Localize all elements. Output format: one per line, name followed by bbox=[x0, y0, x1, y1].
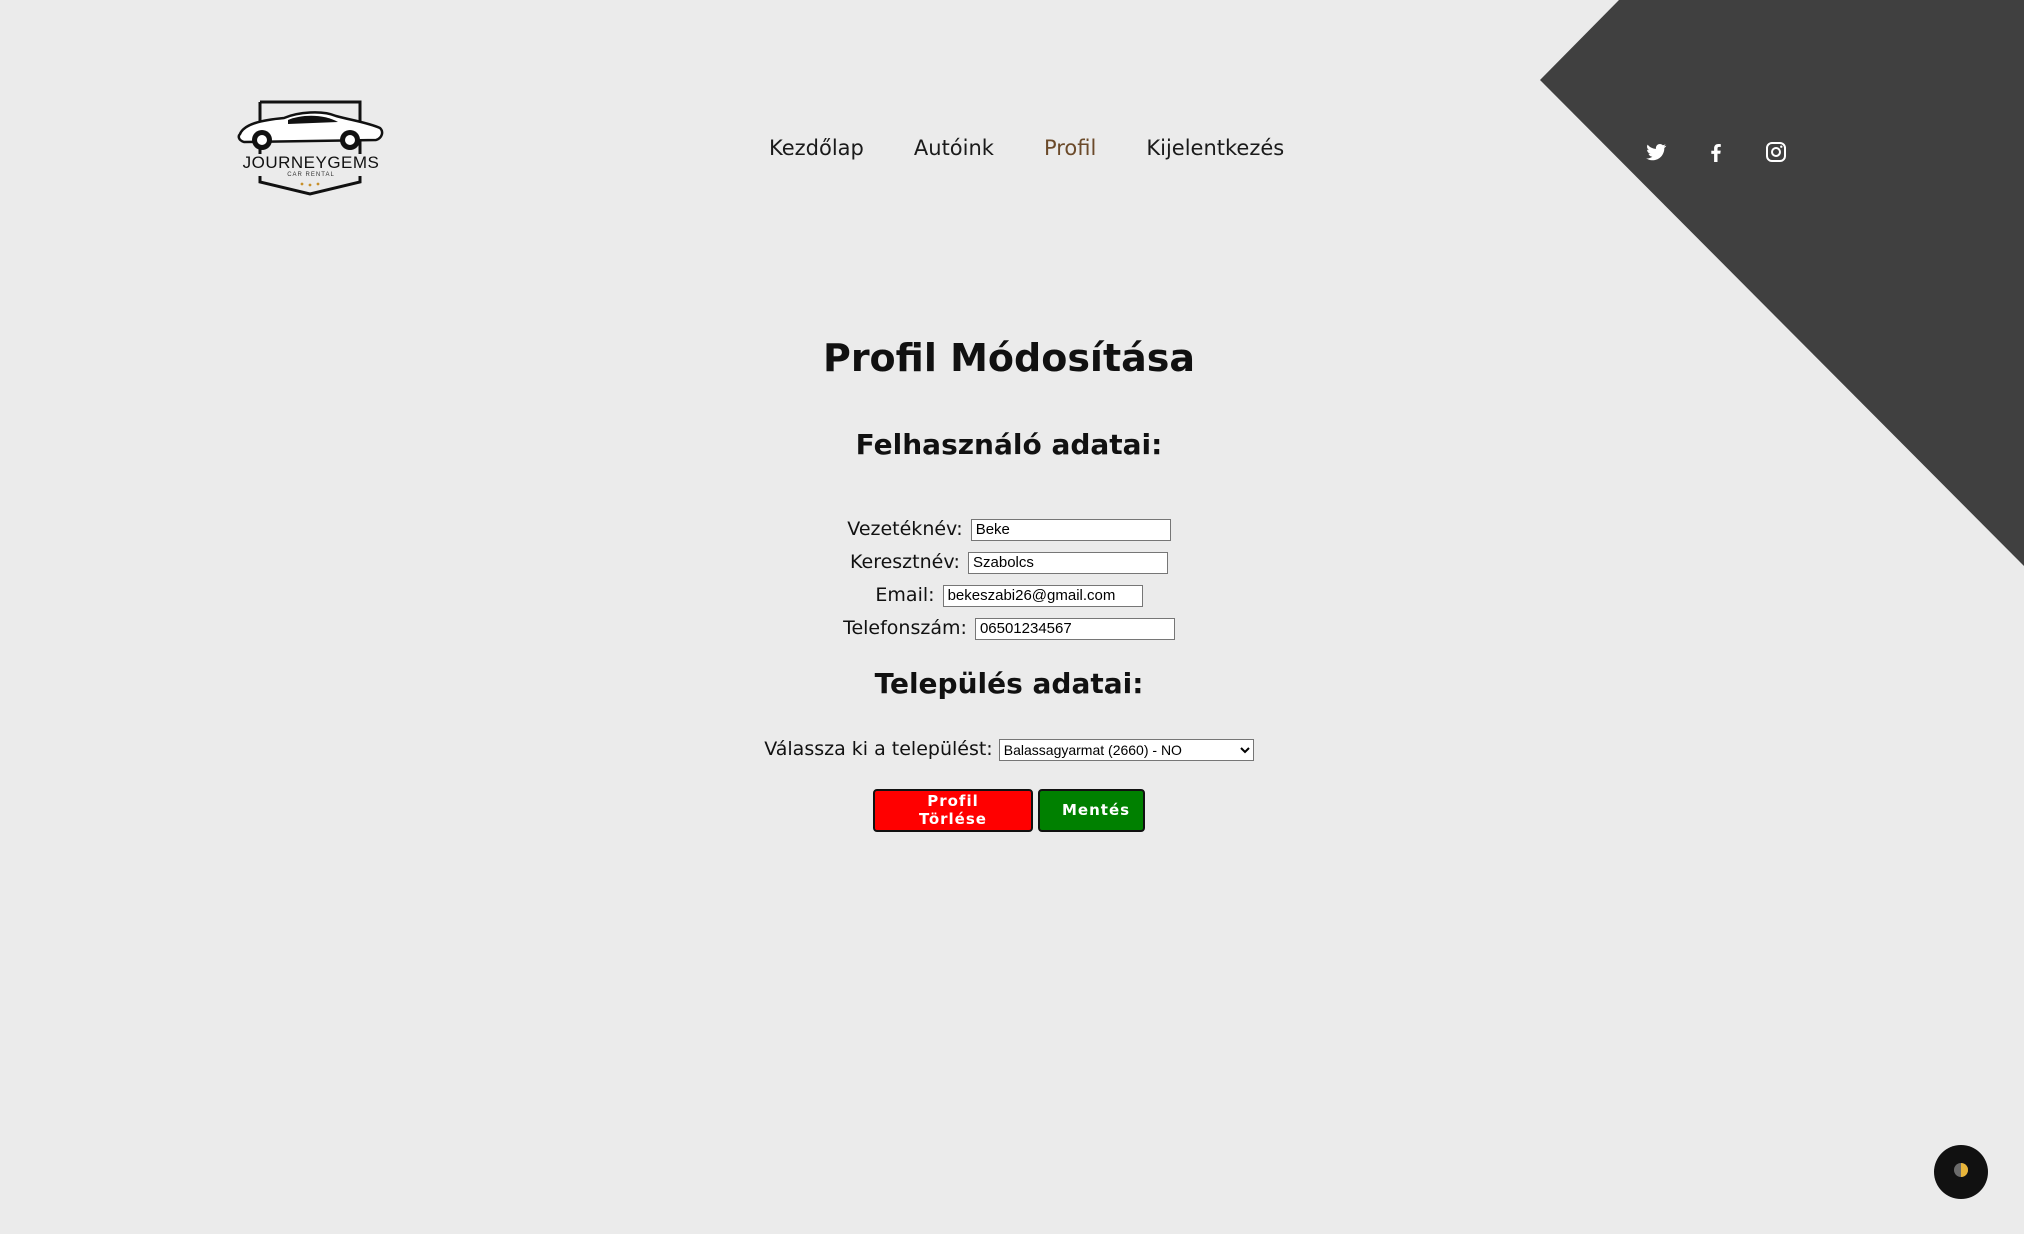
phone-input[interactable] bbox=[974, 617, 1175, 640]
last-name-row: Vezetéknév: bbox=[0, 513, 2018, 546]
theme-toggle-button[interactable] bbox=[1934, 1145, 1988, 1199]
first-name-input[interactable] bbox=[968, 551, 1168, 574]
email-label: Email: bbox=[875, 584, 935, 606]
nav-item-logout[interactable]: Kijelentkezés bbox=[1146, 136, 1284, 160]
city-row: Válassza ki a települést: Balassagyarmat… bbox=[0, 738, 2018, 761]
city-select[interactable]: Balassagyarmat (2660) - NO bbox=[998, 738, 1254, 761]
nav-item-cars[interactable]: Autóink bbox=[914, 136, 994, 160]
profile-edit-form: Profil Módosítása Felhasználó adatai: Ve… bbox=[0, 330, 2018, 832]
delete-profile-button[interactable]: Profil Törlése bbox=[873, 788, 1033, 832]
last-name-input[interactable] bbox=[970, 518, 1171, 541]
logo-tagline: CAR RENTAL bbox=[287, 172, 335, 178]
first-name-row: Keresztnév: bbox=[0, 546, 2018, 579]
half-moon-icon bbox=[1952, 1161, 1970, 1183]
email-row: Email: bbox=[0, 579, 2018, 612]
main-nav: Kezdőlap Autóink Profil Kijelentkezés bbox=[769, 136, 1284, 160]
form-actions: Profil Törlése Mentés bbox=[0, 788, 2018, 832]
nav-item-profile[interactable]: Profil bbox=[1044, 136, 1096, 160]
twitter-icon[interactable] bbox=[1644, 140, 1668, 164]
page-title: Profil Módosítása bbox=[822, 336, 1196, 380]
logo[interactable]: JOURNEYGEMS CAR RENTAL bbox=[232, 98, 390, 198]
last-name-label: Vezetéknév: bbox=[847, 518, 963, 540]
phone-row: Telefonszám: bbox=[0, 612, 2018, 645]
first-name-label: Keresztnév: bbox=[850, 551, 960, 573]
city-label: Válassza ki a települést: bbox=[764, 738, 993, 760]
facebook-icon[interactable] bbox=[1704, 140, 1728, 164]
nav-item-home[interactable]: Kezdőlap bbox=[769, 136, 864, 160]
save-button[interactable]: Mentés bbox=[1038, 788, 1145, 832]
logo-wordmark: JOURNEYGEMS bbox=[242, 153, 380, 172]
user-fields: Vezetéknév: Keresztnév: Email: Telefonsz… bbox=[0, 513, 2018, 645]
user-section-title: Felhasználó adatai: bbox=[855, 428, 1163, 461]
email-input[interactable] bbox=[942, 584, 1143, 607]
city-section-title: Település adatai: bbox=[874, 667, 1144, 700]
social-links bbox=[1644, 140, 1788, 164]
phone-label: Telefonszám: bbox=[843, 617, 967, 639]
instagram-icon[interactable] bbox=[1764, 140, 1788, 164]
